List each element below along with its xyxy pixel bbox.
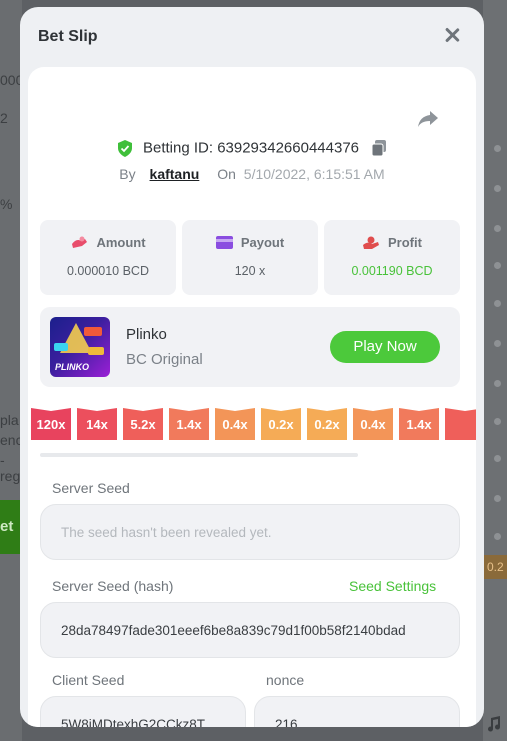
close-icon[interactable]: [442, 25, 462, 45]
verified-shield-icon: [117, 139, 132, 157]
multiplier-chip: 5.2x: [123, 408, 163, 440]
background-peg: [494, 185, 501, 192]
thumbnail-chip: [84, 327, 102, 336]
background-bet-button: et: [0, 500, 22, 554]
background-text: -reg: [0, 452, 21, 484]
multiplier-chip: 1.4x: [169, 408, 209, 440]
background-multiplier-chip: 0.2: [483, 555, 507, 579]
server-seed-field[interactable]: The seed hasn't been revealed yet.: [40, 504, 460, 560]
play-now-button[interactable]: Play Now: [330, 331, 440, 363]
multiplier-chip: 14x: [77, 408, 117, 440]
background-peg: [494, 340, 501, 347]
multiplier-scrollbar[interactable]: [40, 453, 358, 457]
client-seed-label: Client Seed: [52, 672, 125, 688]
bet-stats: Amount 0.000010 BCD Payout 120 x Profit …: [40, 220, 460, 295]
bet-slip-modal: Bet Slip Betting ID: 63929342660444376 B…: [20, 7, 484, 727]
background-peg: [494, 418, 501, 425]
multiplier-chip: [445, 408, 476, 440]
bet-datetime: 5/10/2022, 6:15:51 AM: [243, 166, 385, 182]
stat-value: 0.000010 BCD: [66, 264, 149, 278]
payout-card-icon: [215, 236, 233, 249]
background-peg: [494, 225, 501, 232]
stat-value: 0.001190 BCD: [351, 264, 433, 278]
plinko-thumbnail[interactable]: PLINKO: [50, 317, 110, 377]
on-label: On: [217, 166, 236, 182]
thumbnail-chip: [54, 343, 68, 351]
amount-icon: [72, 236, 88, 248]
multiplier-chip: 0.2x: [261, 408, 301, 440]
nonce-field[interactable]: 216: [254, 696, 460, 727]
profit-icon: [363, 236, 380, 249]
nonce-label: nonce: [266, 672, 305, 688]
background-text: pla: [0, 412, 19, 428]
betting-id-value: 63929342660444376: [217, 139, 360, 157]
server-seed-label: Server Seed: [52, 480, 130, 496]
background-peg: [494, 300, 501, 307]
multiplier-chip: 1.4x: [399, 408, 439, 440]
bet-author-row: By kaftanu On 5/10/2022, 6:15:51 AM: [28, 166, 476, 182]
stat-profit: Profit 0.001190 BCD: [324, 220, 460, 295]
background-left-column: 000 2 % pla enc -reg: [0, 0, 23, 741]
stat-value: 120 x: [234, 264, 266, 278]
betting-id-row: Betting ID: 63929342660444376: [28, 139, 476, 157]
game-subtitle: BC Original: [126, 351, 203, 368]
multiplier-chip: 0.2x: [307, 408, 347, 440]
modal-title: Bet Slip: [38, 28, 98, 45]
background-peg: [494, 145, 501, 152]
stat-label: Payout: [240, 235, 285, 250]
stat-label: Amount: [96, 235, 146, 250]
modal-header: Bet Slip: [20, 7, 484, 67]
server-seed-hash-label: Server Seed (hash): [52, 578, 174, 594]
background-text: %: [0, 196, 13, 212]
thumbnail-logo-text: PLINKO: [55, 362, 90, 372]
game-name: Plinko: [126, 326, 167, 343]
background-peg: [494, 495, 501, 502]
background-right-column: [483, 0, 507, 741]
stat-payout: Payout 120 x: [182, 220, 318, 295]
music-note-icon[interactable]: [486, 716, 502, 732]
stat-amount: Amount 0.000010 BCD: [40, 220, 176, 295]
multiplier-chip: 0.4x: [215, 408, 255, 440]
thumbnail-chip: [88, 347, 104, 355]
stat-label: Profit: [388, 235, 422, 250]
background-peg: [494, 533, 501, 540]
multiplier-chip: 120x: [31, 408, 71, 440]
server-seed-hash-field[interactable]: 28da78497fade301eeef6be8a839c79d1f00b58f…: [40, 602, 460, 658]
seed-settings-link[interactable]: Seed Settings: [349, 578, 436, 594]
multiplier-chip: 0.4x: [353, 408, 393, 440]
betting-id-label: Betting ID:: [142, 139, 214, 157]
bet-details-panel: Betting ID: 63929342660444376 By kaftanu…: [28, 67, 476, 727]
client-seed-field[interactable]: 5W8iMDtexhG2CCkz8T: [40, 696, 246, 727]
share-arrow-icon[interactable]: [416, 109, 440, 129]
background-peg: [494, 262, 501, 269]
multiplier-row[interactable]: 120x 14x 5.2x 1.4x 0.4x 0.2x 0.2x 0.4x 1.4x: [31, 408, 476, 443]
background-peg: [494, 380, 501, 387]
game-card: PLINKO Plinko BC Original Play Now: [40, 307, 460, 387]
background-peg: [494, 455, 501, 462]
background-text: 2: [0, 110, 8, 126]
by-label: By: [119, 166, 136, 182]
username-link[interactable]: kaftanu: [150, 166, 200, 182]
copy-icon[interactable]: [371, 139, 387, 157]
